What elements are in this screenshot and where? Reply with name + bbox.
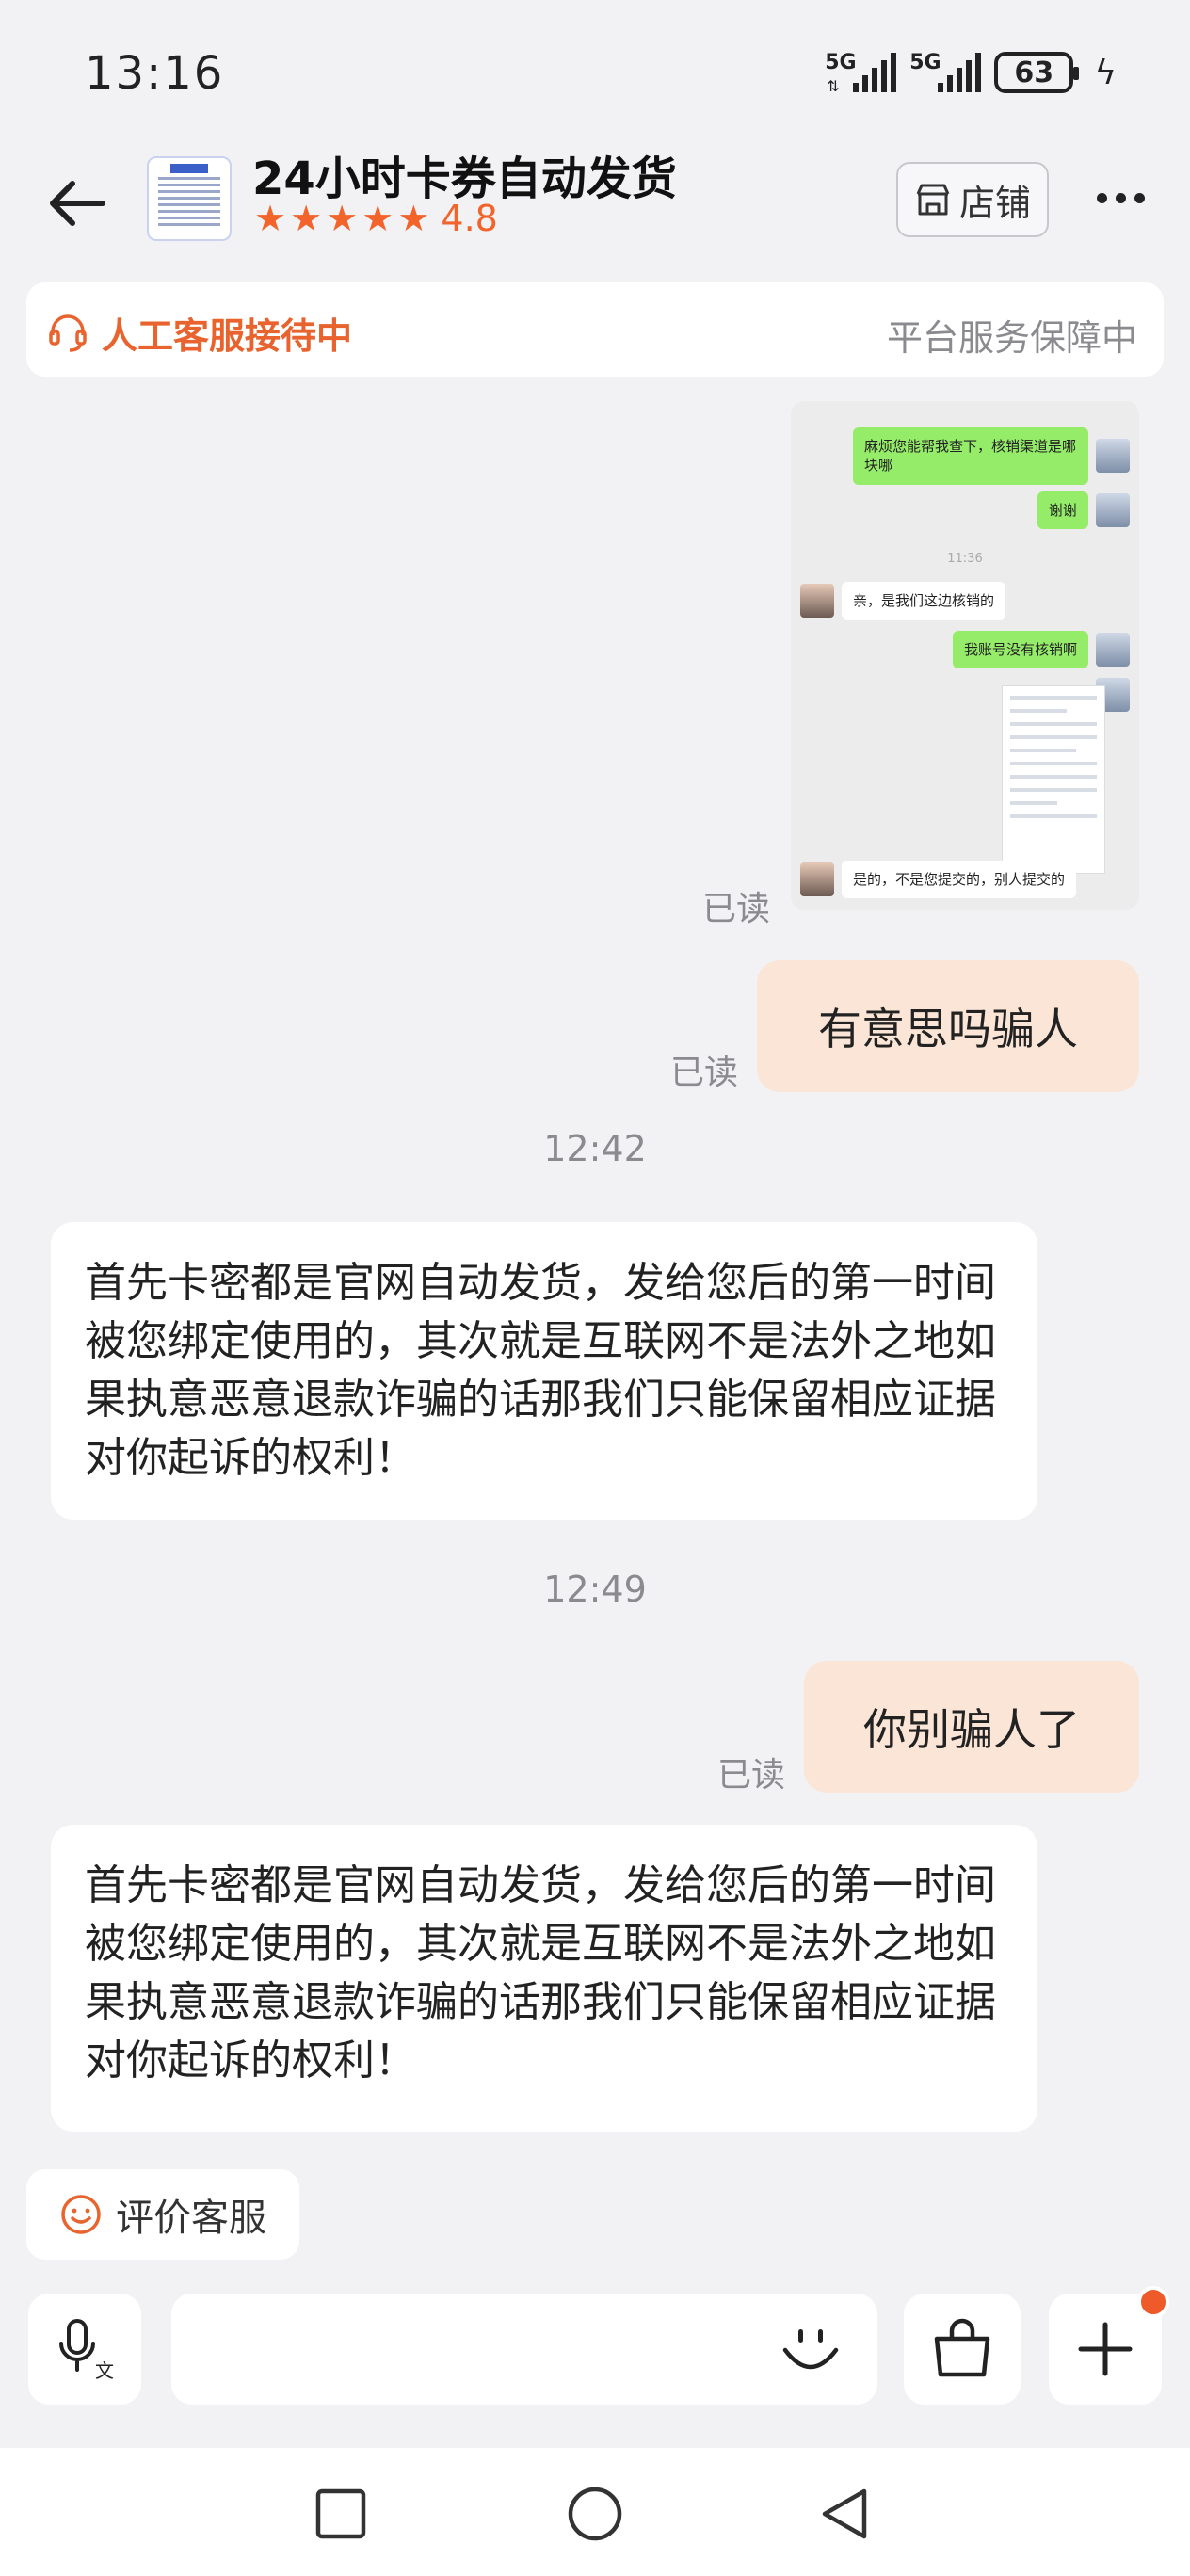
shopping-bag-icon [934, 2318, 990, 2377]
time-divider: 12:49 [543, 1569, 647, 1610]
signal-icon: 5G ⇅ [825, 49, 897, 96]
rating-value: 4.8 [441, 198, 498, 239]
shop-avatar[interactable] [147, 156, 232, 241]
avatar [1096, 633, 1130, 668]
image-chat-bubble: 谢谢 [1037, 491, 1088, 530]
nested-screenshot [1002, 685, 1105, 874]
shop-rating: ★ ★ ★ ★ ★ 4.8 [254, 198, 498, 239]
store-icon [916, 184, 950, 216]
notification-dot [1137, 2286, 1169, 2318]
store-button[interactable]: 店铺 [896, 162, 1049, 237]
screenshot-image-message[interactable]: 麻烦您能帮我查下，核销渠道是哪块哪 谢谢 11:36 亲，是我们这边核销的 我账… [791, 401, 1139, 910]
message-bubble-received[interactable]: 首先卡密都是官网自动发货，发给您后的第一时间被您绑定使用的，其次就是互联网不是法… [51, 1222, 1037, 1520]
avatar [1096, 493, 1130, 528]
status-time: 13:16 [85, 47, 225, 100]
headset-icon [49, 314, 87, 352]
voice-input-button[interactable]: 文 [28, 2294, 141, 2405]
emoji-button[interactable] [768, 2316, 853, 2384]
image-chat-bubble: 是的，不是您提交的，别人提交的 [842, 861, 1077, 899]
star-icon: ★ [254, 198, 287, 239]
star-icon: ★ [326, 198, 359, 239]
message-bubble-sent[interactable]: 你别骗人了 [804, 1661, 1139, 1793]
avatar [1096, 439, 1130, 474]
recent-apps-button[interactable] [303, 2476, 378, 2552]
read-status: 已读 [717, 1756, 786, 1795]
battery-icon: 63 [994, 52, 1080, 93]
rate-service-button[interactable]: 评价客服 [26, 2169, 299, 2260]
square-icon [315, 2488, 366, 2539]
star-icon: ★ [397, 198, 430, 239]
microphone-icon: 文 [59, 2319, 114, 2382]
back-nav-button[interactable] [808, 2476, 883, 2552]
emoji-icon [782, 2329, 839, 2370]
chat-header: 24小时卡券自动发货 ★ ★ ★ ★ ★ 4.8 店铺 [0, 141, 1190, 264]
plus-icon [1078, 2322, 1133, 2376]
more-functions-button[interactable] [1049, 2286, 1169, 2405]
more-options-button[interactable] [1083, 169, 1158, 226]
signal-icon: 5G [909, 49, 982, 96]
image-chat-time: 11:36 [947, 552, 983, 566]
circle-icon [568, 2487, 622, 2541]
message-bubble-sent[interactable]: 有意思吗骗人 [757, 960, 1139, 1092]
input-bar: 文 [0, 2278, 1190, 2448]
service-status: 人工客服接待中 [102, 315, 353, 357]
time-divider: 12:42 [543, 1128, 647, 1169]
svg-text:文: 文 [95, 2359, 114, 2382]
service-banner: 人工客服接待中 平台服务保障中 [26, 282, 1164, 377]
rate-service-label: 评价客服 [116, 2197, 266, 2240]
arrow-left-icon [50, 181, 105, 226]
shopping-bag-button[interactable] [904, 2294, 1021, 2405]
charging-icon: ϟ [1094, 53, 1117, 92]
image-chat-bubble: 亲，是我们这边核销的 [842, 582, 1006, 620]
status-bar: 13:16 5G ⇅ 5G 63 ϟ [0, 0, 1190, 141]
message-bubble-received[interactable]: 首先卡密都是官网自动发货，发给您后的第一时间被您绑定使用的，其次就是互联网不是法… [51, 1825, 1037, 2132]
home-button[interactable] [557, 2476, 633, 2552]
star-icon: ★ [290, 198, 323, 239]
image-chat-bubble: 我账号没有核销啊 [952, 631, 1088, 669]
image-chat-bubble: 麻烦您能帮我查下，核销渠道是哪块哪 [853, 427, 1088, 485]
read-status: 已读 [702, 890, 771, 928]
back-button[interactable] [40, 166, 115, 241]
system-nav-bar [0, 2448, 1190, 2576]
avatar [800, 584, 834, 619]
avatar [800, 862, 834, 897]
triangle-back-icon [822, 2488, 867, 2539]
service-guarantee: 平台服务保障中 [886, 317, 1137, 359]
star-icon: ★ [362, 198, 394, 239]
smile-icon [61, 2195, 101, 2234]
read-status: 已读 [670, 1054, 739, 1092]
store-label: 店铺 [958, 182, 1031, 224]
status-icons: 5G ⇅ 5G 63 ϟ [825, 49, 1117, 96]
